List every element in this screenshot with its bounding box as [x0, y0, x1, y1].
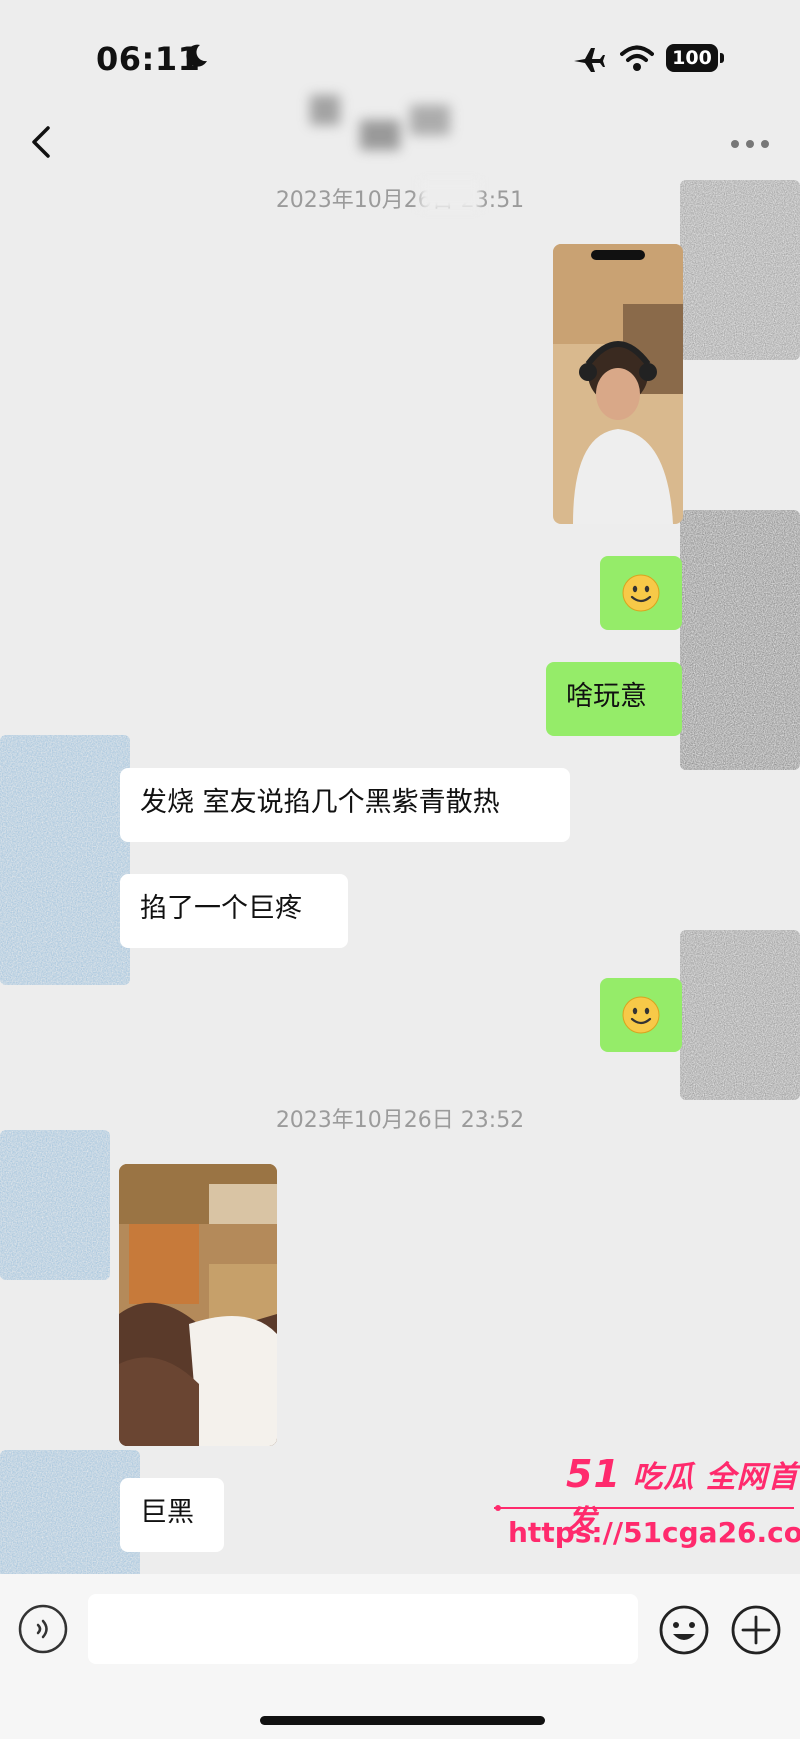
message-bubble-emoji[interactable] — [600, 978, 682, 1052]
their-avatar-redacted — [0, 735, 130, 985]
smiling-face-icon — [622, 574, 660, 612]
home-indicator — [260, 1716, 545, 1725]
back-chevron-icon[interactable] — [26, 122, 56, 162]
battery-tip — [720, 53, 724, 63]
their-avatar-redacted — [0, 1450, 140, 1580]
image-message-photo[interactable] — [119, 1164, 277, 1446]
image-message-selfie[interactable] — [553, 244, 683, 524]
message-bubble-text[interactable]: 发烧 室友说掐几个黑紫青散热 — [120, 768, 570, 842]
their-avatar-redacted — [0, 1130, 110, 1280]
my-avatar-redacted — [680, 930, 800, 1100]
watermark-url: https://51cga26.com — [508, 1516, 800, 1549]
watermark-brand-number: 51 — [566, 1452, 621, 1496]
timestamp: 2023年10月26日 23:52 — [275, 1108, 525, 1133]
airplane-icon — [574, 48, 605, 72]
message-bubble-emoji[interactable] — [600, 556, 682, 630]
message-bubble-text[interactable]: 啥玩意 — [546, 662, 682, 736]
my-avatar-redacted — [680, 510, 800, 770]
message-bubble-text[interactable]: 掐了一个巨疼 — [120, 874, 348, 948]
smiling-face-icon — [622, 996, 660, 1034]
voice-icon[interactable] — [18, 1604, 68, 1654]
more-dots-icon[interactable] — [730, 139, 770, 149]
plus-icon[interactable] — [730, 1604, 782, 1656]
watermark-divider — [494, 1505, 794, 1511]
battery-icon: 100 — [666, 44, 718, 72]
moon-icon — [186, 44, 207, 67]
emoji-icon[interactable] — [658, 1604, 710, 1656]
message-bubble-text[interactable]: 巨黑 — [120, 1478, 224, 1552]
timestamp-redaction — [420, 180, 480, 210]
chat-title-redacted — [310, 95, 450, 150]
my-avatar-redacted — [680, 180, 800, 360]
message-input[interactable] — [88, 1594, 638, 1664]
wifi-icon — [620, 45, 654, 71]
